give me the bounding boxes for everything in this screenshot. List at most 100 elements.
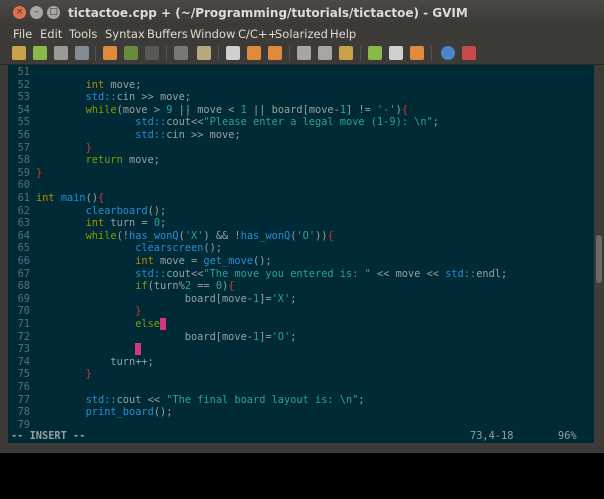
code-text[interactable]: while(!has_wonQ('X') && !has_wonQ('O')){ bbox=[36, 230, 334, 243]
code-line[interactable]: 60 bbox=[8, 179, 36, 192]
line-number: 68 bbox=[17, 280, 30, 293]
print-icon[interactable] bbox=[75, 46, 89, 60]
code-line[interactable]: 71 else bbox=[8, 318, 167, 331]
find-help-icon[interactable] bbox=[462, 46, 476, 60]
find-next-icon[interactable] bbox=[247, 46, 261, 60]
code-line[interactable]: 58 return move; bbox=[8, 154, 160, 167]
code-text[interactable]: turn++; bbox=[36, 356, 153, 369]
code-text[interactable]: return move; bbox=[36, 154, 160, 167]
code-text[interactable]: std::cout<<"The move you entered is: " <… bbox=[36, 268, 507, 281]
scrollbar-thumb[interactable] bbox=[596, 235, 602, 283]
code-line[interactable]: 70 } bbox=[8, 305, 142, 318]
find-prev-icon[interactable] bbox=[268, 46, 282, 60]
line-number: 71 bbox=[17, 318, 30, 330]
save-icon[interactable] bbox=[33, 46, 47, 60]
code-line[interactable]: 79 bbox=[8, 419, 36, 429]
code-line[interactable]: 73 bbox=[8, 343, 142, 356]
code-line[interactable]: 62 clearboard(); bbox=[8, 205, 167, 218]
code-line[interactable]: 55 std::cout<<"Please enter a legal move… bbox=[8, 116, 439, 129]
jump-tag-icon[interactable] bbox=[410, 46, 424, 60]
paste-icon[interactable] bbox=[197, 46, 211, 60]
code-text[interactable]: } bbox=[36, 368, 92, 381]
run-script-icon[interactable] bbox=[339, 46, 353, 60]
code-line[interactable]: 57 } bbox=[8, 142, 92, 155]
code-line[interactable]: 69 board[move-1]='X'; bbox=[8, 293, 297, 306]
redo-icon[interactable] bbox=[124, 46, 138, 60]
code-text[interactable]: int turn = 0; bbox=[36, 217, 167, 230]
code-line[interactable]: 67 std::cout<<"The move you entered is: … bbox=[8, 268, 508, 281]
code-text[interactable]: int move = get_move(); bbox=[36, 255, 271, 268]
code-text[interactable]: int main(){ bbox=[36, 192, 104, 205]
undo-icon[interactable] bbox=[103, 46, 117, 60]
code-text[interactable]: clearboard(); bbox=[36, 205, 167, 218]
code-text[interactable]: } bbox=[36, 167, 42, 180]
code-text[interactable]: board[move-1]='O'; bbox=[36, 331, 297, 344]
save-session-icon[interactable] bbox=[318, 46, 332, 60]
menu-buffers[interactable]: Buffers bbox=[147, 27, 188, 41]
code-text[interactable]: std::cin >> move; bbox=[36, 91, 191, 104]
code-text[interactable]: board[move-1]='X'; bbox=[36, 293, 297, 306]
menu-solarized[interactable]: Solarized bbox=[275, 27, 328, 41]
menu-cpp[interactable]: C/C++ bbox=[238, 27, 277, 41]
menu-syntax[interactable]: Syntax bbox=[105, 27, 145, 41]
line-number: 57 bbox=[17, 141, 30, 154]
code-line[interactable]: 51 bbox=[8, 66, 36, 79]
code-line[interactable]: 76 bbox=[8, 381, 36, 394]
code-text[interactable]: else bbox=[36, 318, 167, 331]
code-line[interactable]: 78 print_board(); bbox=[8, 406, 173, 419]
menu-help[interactable]: Help bbox=[330, 27, 356, 41]
maximize-window-button[interactable]: □ bbox=[47, 6, 60, 19]
code-line[interactable]: 74 turn++; bbox=[8, 356, 154, 369]
cut-icon[interactable] bbox=[145, 46, 159, 60]
code-text[interactable]: clearscreen(); bbox=[36, 242, 222, 255]
toolbar-separator bbox=[166, 46, 167, 61]
code-line[interactable]: 77 std::cout << "The final board layout … bbox=[8, 394, 365, 407]
close-window-button[interactable]: × bbox=[13, 6, 26, 19]
code-line[interactable]: 61 int main(){ bbox=[8, 192, 105, 205]
make-icon[interactable] bbox=[368, 46, 382, 60]
code-text[interactable]: } bbox=[36, 142, 92, 155]
ctags-icon[interactable] bbox=[389, 46, 403, 60]
find-replace-icon[interactable] bbox=[226, 46, 240, 60]
code-line[interactable]: 52 int move; bbox=[8, 79, 142, 92]
code-line[interactable]: 54 while(move > 9 || move < 1 || board[m… bbox=[8, 104, 408, 117]
code-text[interactable]: } bbox=[36, 305, 141, 318]
menu-tools[interactable]: Tools bbox=[69, 27, 97, 41]
code-line[interactable]: 68 if(turn%2 == 0){ bbox=[8, 280, 235, 293]
scroll-percent: 96% bbox=[558, 430, 577, 442]
code-text[interactable]: print_board(); bbox=[36, 406, 173, 419]
help-icon[interactable] bbox=[441, 46, 455, 60]
line-number: 64 bbox=[17, 229, 30, 242]
menu-edit[interactable]: Edit bbox=[40, 27, 62, 41]
code-text[interactable]: std::cin >> move; bbox=[36, 129, 240, 142]
line-number: 76 bbox=[17, 381, 30, 393]
code-line[interactable]: 66 int move = get_move(); bbox=[8, 255, 272, 268]
code-line[interactable]: 65 clearscreen(); bbox=[8, 242, 222, 255]
menu-file[interactable]: File bbox=[13, 27, 32, 41]
line-number: 65 bbox=[17, 242, 30, 255]
mode-indicator: -- INSERT -- bbox=[11, 430, 86, 442]
minimize-window-button[interactable]: – bbox=[30, 6, 43, 19]
editor-area[interactable]: 51 52 int move; 53 std::cin >> move; 54 whi… bbox=[8, 65, 594, 429]
code-text[interactable]: if(turn%2 == 0){ bbox=[36, 280, 234, 293]
code-text[interactable]: int move; bbox=[36, 79, 142, 92]
code-text[interactable]: std::cout << "The final board layout is:… bbox=[36, 394, 365, 407]
title-bar[interactable]: × – □ tictactoe.cpp + (~/Programming/tut… bbox=[0, 0, 604, 26]
code-line[interactable]: 56 std::cin >> move; bbox=[8, 129, 241, 142]
code-line[interactable]: 64 while(!has_wonQ('X') && !has_wonQ('O'… bbox=[8, 230, 334, 243]
toolbar-separator bbox=[360, 46, 361, 61]
load-session-icon[interactable] bbox=[297, 46, 311, 60]
copy-icon[interactable] bbox=[174, 46, 188, 60]
code-text[interactable]: std::cout<<"Please enter a legal move (1… bbox=[36, 116, 439, 129]
code-line[interactable]: 59} bbox=[8, 167, 43, 180]
code-text[interactable] bbox=[36, 343, 142, 356]
code-line[interactable]: 75 } bbox=[8, 368, 92, 381]
code-line[interactable]: 72 board[move-1]='O'; bbox=[8, 331, 297, 344]
menu-window[interactable]: Window bbox=[190, 27, 235, 41]
save-all-icon[interactable] bbox=[54, 46, 68, 60]
code-text[interactable]: while(move > 9 || move < 1 || board[move… bbox=[36, 104, 408, 117]
status-line: -- INSERT -- 73,4-18 96% bbox=[8, 429, 594, 443]
code-line[interactable]: 63 int turn = 0; bbox=[8, 217, 167, 230]
code-line[interactable]: 53 std::cin >> move; bbox=[8, 91, 191, 104]
open-icon[interactable] bbox=[12, 46, 26, 60]
